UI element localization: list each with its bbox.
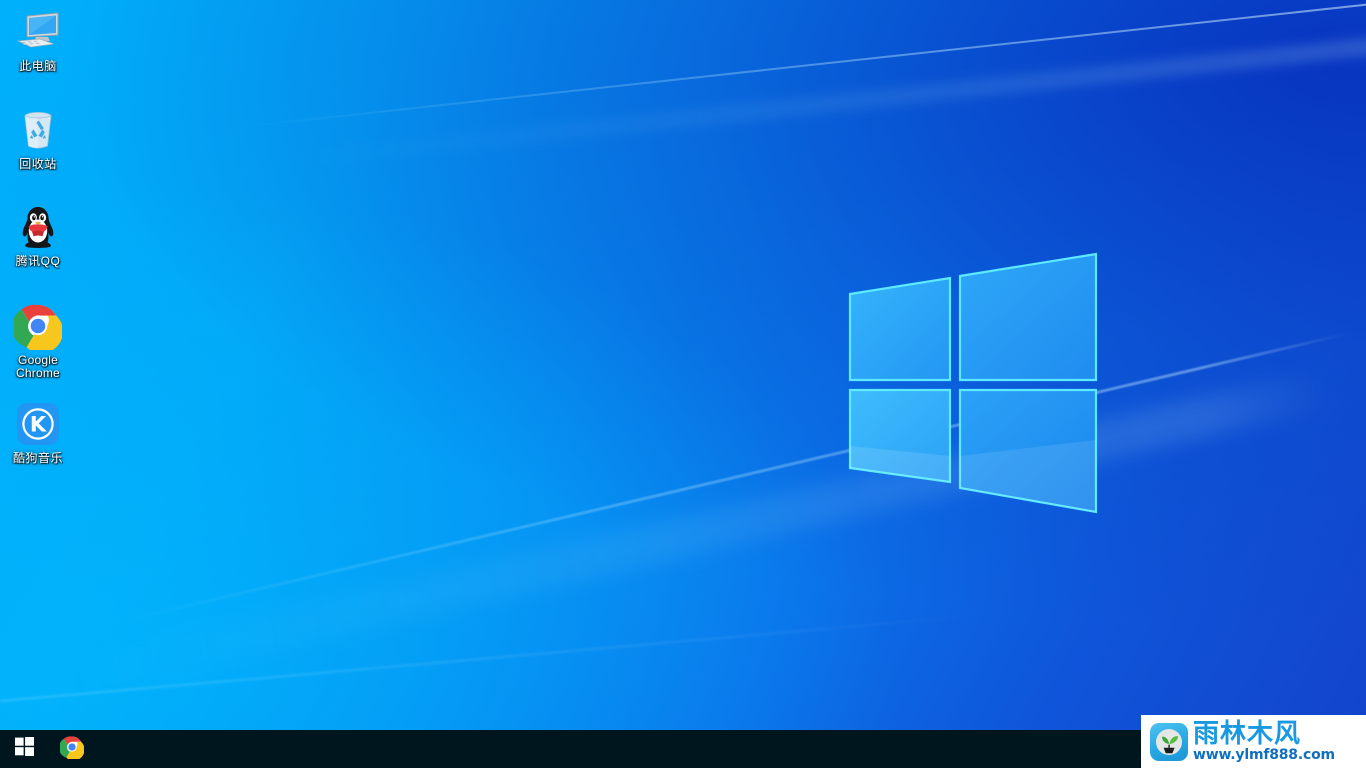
desktop-icon-label: 腾讯QQ: [15, 254, 61, 268]
chrome-icon: [11, 302, 64, 354]
taskbar-item-chrome[interactable]: [48, 730, 96, 768]
watermark-text: 雨林木风 www.ylmf888.com: [1193, 721, 1335, 762]
desktop-icon-this-pc[interactable]: 此电脑: [0, 8, 76, 73]
computer-icon: [14, 8, 62, 56]
recycle-bin-icon: [14, 106, 62, 154]
chrome-icon: [58, 735, 85, 764]
desktop-wallpaper: [0, 0, 1366, 768]
kugou-music-icon: K: [14, 400, 62, 448]
watermark-brand: 雨林木风: [1193, 719, 1302, 749]
desktop-icon-kugou-music[interactable]: K 酷狗音乐: [0, 400, 76, 465]
desktop-icon-label: 回收站: [19, 157, 57, 171]
watermark-url: www.ylmf888.com: [1193, 747, 1335, 763]
windows-hero-logo: [840, 250, 1110, 525]
svg-text:K: K: [30, 413, 47, 437]
qq-penguin-icon: [14, 203, 62, 251]
desktop-icon-label: 酷狗音乐: [12, 451, 63, 465]
desktop-icon-recycle-bin[interactable]: 回收站: [0, 106, 76, 171]
desktop-icon-tencent-qq[interactable]: 腾讯QQ: [0, 203, 76, 268]
start-button[interactable]: [0, 730, 48, 768]
watermark-overlay: 雨林木风 www.ylmf888.com: [1141, 715, 1366, 768]
desktop[interactable]: 此电脑 回收站 腾讯QQ Google Chrome K 酷狗音乐 雨林木风 w…: [0, 0, 1366, 768]
desktop-icon-label: Google Chrome: [16, 353, 60, 380]
windows-logo-icon: [14, 737, 34, 761]
desktop-icon-label: 此电脑: [19, 59, 57, 73]
desktop-icon-google-chrome[interactable]: Google Chrome: [0, 302, 76, 380]
sprout-in-pot-icon: [1150, 722, 1188, 761]
